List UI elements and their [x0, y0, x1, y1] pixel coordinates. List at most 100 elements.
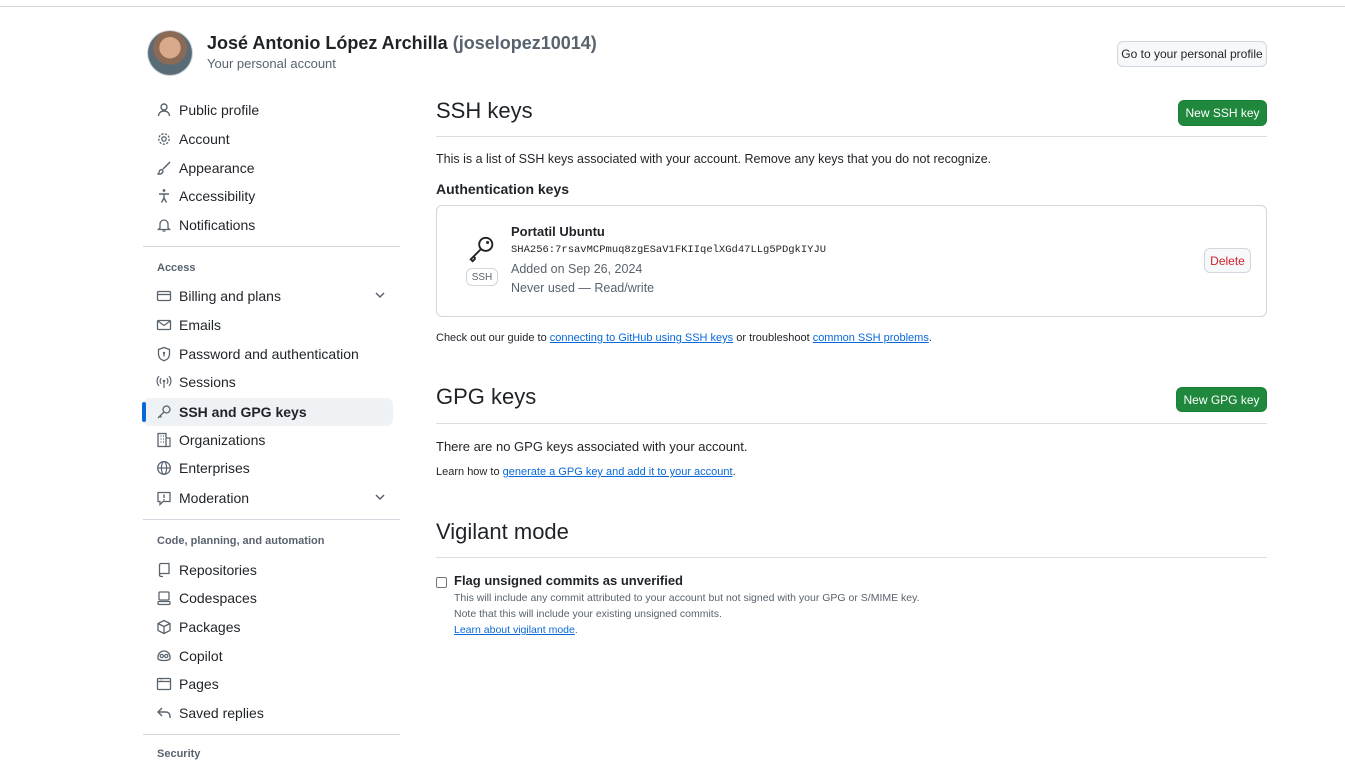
- sidebar-item-password-auth[interactable]: Password and authentication: [143, 340, 393, 368]
- account-full-name: José Antonio López Archilla: [207, 33, 448, 53]
- sidebar-divider: [143, 246, 400, 247]
- sidebar-divider: [143, 734, 400, 735]
- ssh-key-fingerprint: SHA256:7rsavMCPmuq8zgESaV1FKIIqelXGd47LL…: [511, 244, 827, 256]
- learn-suffix: .: [732, 466, 736, 478]
- sidebar-item-enterprises[interactable]: Enterprises: [143, 454, 393, 482]
- gpg-empty-text: There are no GPG keys associated with yo…: [436, 439, 748, 454]
- ssh-badge: SSH: [466, 268, 498, 286]
- go-to-profile-button[interactable]: Go to your personal profile: [1117, 41, 1267, 67]
- mail-icon: [156, 317, 172, 333]
- sidebar-item-packages[interactable]: Packages: [143, 613, 393, 641]
- ssh-description: This is a list of SSH keys associated wi…: [436, 152, 992, 166]
- new-gpg-key-button[interactable]: New GPG key: [1176, 387, 1267, 412]
- sidebar-item-label: Moderation: [179, 490, 250, 506]
- delete-ssh-key-button[interactable]: Delete: [1204, 248, 1251, 273]
- learn-suffix: .: [574, 624, 578, 636]
- ssh-keys-title: SSH keys: [436, 98, 533, 123]
- key-icon: [156, 404, 172, 420]
- gpg-keys-title: GPG keys: [436, 384, 537, 409]
- sidebar-item-label: Enterprises: [179, 460, 250, 476]
- sidebar-item-label: Notifications: [179, 217, 256, 233]
- broadcast-icon: [156, 374, 172, 390]
- account-name: José Antonio López Archilla (joselopez10…: [207, 33, 597, 54]
- sidebar-item-codespaces[interactable]: Codespaces: [143, 584, 393, 612]
- sidebar-item-label: Appearance: [179, 160, 255, 176]
- guide-middle: or troubleshoot: [733, 332, 813, 344]
- ssh-key-added-date: Added on Sep 26, 2024: [511, 262, 643, 276]
- sidebar-item-label: Pages: [179, 676, 219, 692]
- sidebar-item-label: Public profile: [179, 102, 260, 118]
- bell-icon: [156, 217, 172, 233]
- sidebar-item-account[interactable]: Account: [143, 125, 393, 153]
- gpg-learn-text: Learn how to generate a GPG key and add …: [436, 466, 736, 478]
- sidebar-heading-access: Access: [157, 262, 196, 274]
- top-border: [0, 0, 1345, 7]
- sidebar-item-billing[interactable]: Billing and plans: [143, 282, 393, 310]
- sidebar-item-label: Accessibility: [179, 188, 256, 204]
- guide-prefix: Check out our guide to: [436, 332, 550, 344]
- account-login[interactable]: (joselopez10014): [453, 33, 597, 53]
- key-icon: [469, 236, 494, 263]
- sidebar-item-moderation[interactable]: Moderation: [143, 484, 393, 512]
- section-divider: [436, 423, 1267, 424]
- credit-card-icon: [156, 288, 172, 304]
- ssh-key-title: Portatil Ubuntu: [511, 224, 605, 239]
- gpg-generate-link[interactable]: generate a GPG key and add it to your ac…: [503, 466, 733, 478]
- ssh-key-usage: Never used — Read/write: [511, 281, 655, 295]
- browser-icon: [156, 676, 172, 692]
- globe-icon: [156, 460, 172, 476]
- avatar[interactable]: [148, 31, 192, 75]
- sidebar-item-organizations[interactable]: Organizations: [143, 426, 393, 454]
- sidebar-item-copilot[interactable]: Copilot: [143, 642, 393, 670]
- ssh-guide-text: Check out our guide to connecting to Git…: [436, 332, 932, 344]
- vigilant-note-2: Note that this will include your existin…: [454, 608, 722, 620]
- sidebar-item-label: Billing and plans: [179, 288, 281, 304]
- sidebar-item-emails[interactable]: Emails: [143, 311, 393, 339]
- chevron-down-icon[interactable]: [373, 288, 387, 302]
- vigilant-learn-text: Learn about vigilant mode.: [454, 624, 578, 636]
- sidebar-item-public-profile[interactable]: Public profile: [143, 96, 393, 124]
- sidebar-item-pages[interactable]: Pages: [143, 670, 393, 698]
- new-ssh-key-button[interactable]: New SSH key: [1178, 100, 1267, 126]
- repo-icon: [156, 562, 172, 578]
- ssh-connecting-guide-link[interactable]: connecting to GitHub using SSH keys: [550, 332, 733, 344]
- vigilant-note-1: This will include any commit attributed …: [454, 592, 920, 604]
- section-divider: [436, 136, 1267, 137]
- ssh-key-item: SSH Portatil Ubuntu SHA256:7rsavMCPmuq8z…: [436, 205, 1267, 317]
- sidebar-item-sessions[interactable]: Sessions: [143, 368, 393, 396]
- sidebar-item-accessibility[interactable]: Accessibility: [143, 182, 393, 210]
- flag-unsigned-label[interactable]: Flag unsigned commits as unverified: [454, 573, 683, 588]
- sidebar-item-label: Repositories: [179, 562, 257, 578]
- sidebar-item-label: Account: [179, 131, 230, 147]
- organization-icon: [156, 432, 172, 448]
- sidebar-item-label: Packages: [179, 619, 241, 635]
- sidebar-item-label: Saved replies: [179, 705, 264, 721]
- vigilant-learn-link[interactable]: Learn about vigilant mode: [454, 624, 575, 636]
- ssh-troubleshoot-link[interactable]: common SSH problems: [813, 332, 929, 344]
- sidebar-item-label: Sessions: [179, 374, 236, 390]
- section-divider: [436, 557, 1267, 558]
- report-icon: [156, 490, 172, 506]
- guide-suffix: .: [928, 332, 932, 344]
- sidebar-item-label: Emails: [179, 317, 222, 333]
- flag-unsigned-checkbox[interactable]: [436, 577, 447, 588]
- sidebar-item-appearance[interactable]: Appearance: [143, 154, 393, 182]
- chevron-down-icon[interactable]: [373, 490, 387, 504]
- shield-lock-icon: [156, 346, 172, 362]
- sidebar-item-notifications[interactable]: Notifications: [143, 211, 393, 239]
- person-icon: [156, 102, 172, 118]
- sidebar-heading-code: Code, planning, and automation: [157, 535, 325, 547]
- account-subtitle: Your personal account: [207, 56, 336, 71]
- sidebar-divider: [143, 519, 400, 520]
- sidebar-item-saved-replies[interactable]: Saved replies: [143, 699, 393, 727]
- sidebar-item-label: Organizations: [179, 432, 266, 448]
- vigilant-mode-title: Vigilant mode: [436, 519, 569, 544]
- sidebar-item-repositories[interactable]: Repositories: [143, 556, 393, 584]
- authentication-keys-heading: Authentication keys: [436, 181, 570, 197]
- sidebar-heading-security: Security: [157, 748, 201, 760]
- copilot-icon: [156, 648, 172, 664]
- codespaces-icon: [156, 590, 172, 606]
- accessibility-icon: [156, 188, 172, 204]
- sidebar-item-ssh-gpg-keys[interactable]: SSH and GPG keys: [142, 398, 393, 426]
- sidebar-item-label: SSH and GPG keys: [179, 404, 307, 420]
